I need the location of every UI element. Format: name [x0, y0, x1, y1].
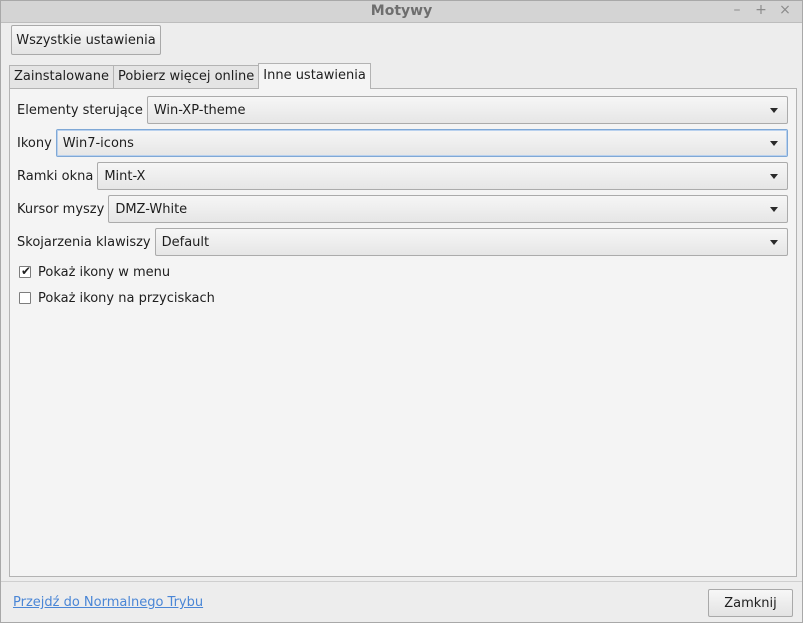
controls-label: Elementy sterujące	[17, 102, 143, 118]
key-bindings-select[interactable]: Default	[154, 228, 788, 256]
tab-bar: Zainstalowane Pobierz więcej online Inne…	[9, 63, 371, 89]
controls-row: Elementy sterujące Win-XP-theme	[17, 95, 788, 125]
icon-theme-select[interactable]: Win7-icons	[55, 129, 788, 157]
show-menu-icons-label: Pokaż ikony w menu	[38, 264, 171, 280]
maximize-icon[interactable]: +	[754, 2, 768, 18]
icons-row: Ikony Win7-icons	[17, 128, 788, 158]
tab-other-settings[interactable]: Inne ustawienia	[258, 63, 371, 89]
controls-theme-value: Win-XP-theme	[153, 102, 246, 118]
show-menu-icons-option[interactable]: ✔ Pokaż ikony w menu	[19, 263, 170, 281]
dropdown-arrow-icon	[770, 108, 778, 113]
window-title: Motywy	[370, 3, 433, 19]
minimize-icon[interactable]: –	[730, 2, 744, 18]
dropdown-arrow-icon	[770, 141, 778, 146]
tab-get-more-online[interactable]: Pobierz więcej online	[112, 65, 260, 89]
mouse-cursor-label: Kursor myszy	[17, 201, 105, 217]
all-settings-button[interactable]: Wszystkie ustawienia	[11, 25, 161, 55]
show-button-icons-option[interactable]: Pokaż ikony na przyciskach	[19, 289, 215, 307]
icons-label: Ikony	[17, 135, 52, 151]
window-borders-label: Ramki okna	[17, 168, 94, 184]
close-button[interactable]: Zamknij	[708, 589, 793, 617]
mouse-cursor-select[interactable]: DMZ-White	[108, 195, 788, 223]
checkmark-icon: ✔	[21, 264, 32, 278]
dropdown-arrow-icon	[770, 240, 778, 245]
show-button-icons-checkbox[interactable]	[19, 292, 31, 304]
footer-divider	[1, 581, 802, 582]
close-icon[interactable]: ×	[778, 2, 792, 18]
tab-installed[interactable]: Zainstalowane	[9, 65, 114, 89]
key-bindings-label: Skojarzenia klawiszy	[17, 234, 151, 250]
window-borders-row: Ramki okna Mint-X	[17, 161, 788, 191]
dropdown-arrow-icon	[770, 174, 778, 179]
normal-mode-link[interactable]: Przejdź do Normalnego Trybu	[13, 595, 203, 610]
key-bindings-row: Skojarzenia klawiszy Default	[17, 227, 788, 257]
controls-theme-select[interactable]: Win-XP-theme	[146, 96, 788, 124]
title-bar[interactable]: Motywy – + ×	[1, 1, 802, 23]
window-borders-value: Mint-X	[104, 168, 146, 184]
icon-theme-value: Win7-icons	[62, 135, 134, 151]
show-button-icons-label: Pokaż ikony na przyciskach	[38, 290, 215, 306]
mouse-cursor-row: Kursor myszy DMZ-White	[17, 194, 788, 224]
show-menu-icons-checkbox[interactable]: ✔	[19, 264, 32, 278]
themes-window: Motywy – + × Wszystkie ustawienia Zainst…	[0, 0, 803, 623]
mouse-cursor-value: DMZ-White	[115, 201, 188, 217]
window-controls: – + ×	[730, 2, 792, 18]
dropdown-arrow-icon	[770, 207, 778, 212]
key-bindings-value: Default	[161, 234, 210, 250]
other-settings-panel: Elementy sterujące Win-XP-theme Ikony Wi…	[9, 88, 797, 577]
window-borders-select[interactable]: Mint-X	[97, 162, 788, 190]
